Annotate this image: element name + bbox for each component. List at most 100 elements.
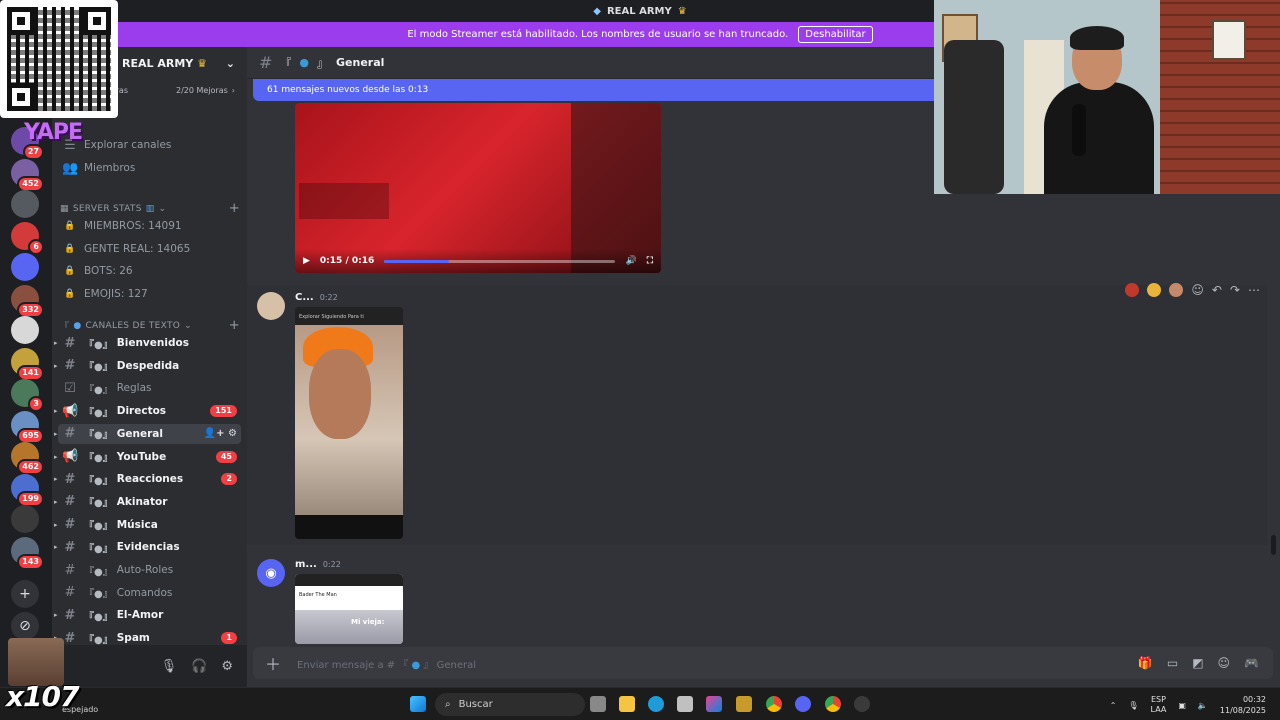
channel-item[interactable]: ▸ # 『●』 Reacciones 2 bbox=[54, 469, 241, 489]
add-server-icon[interactable]: + bbox=[11, 580, 39, 608]
text-channels-category[interactable]: 『 ● CANALES DE TEXTO ⌄ + bbox=[60, 318, 240, 333]
server-icon[interactable]: 199 bbox=[11, 473, 44, 507]
taskbar-search[interactable]: ⌕ Buscar bbox=[435, 693, 585, 716]
channel-item[interactable]: ▸ # 『●』 Akinator bbox=[54, 492, 241, 512]
stats-channel[interactable]: 🔒 GENTE REAL: 14065 bbox=[58, 239, 241, 259]
explore-channels[interactable]: ☰ Explorar canales bbox=[58, 135, 241, 155]
server-icon[interactable] bbox=[11, 316, 39, 344]
message-author[interactable]: m... 0:22 bbox=[295, 559, 341, 570]
server-icon[interactable]: 462 bbox=[11, 442, 44, 475]
reaction-icon[interactable] bbox=[1125, 283, 1140, 297]
members-link[interactable]: 👥 Miembros bbox=[58, 158, 241, 178]
forward-icon[interactable]: ↷ bbox=[1230, 283, 1240, 297]
stats-channel[interactable]: 🔒 EMOJIS: 127 bbox=[58, 284, 241, 304]
language-indicator[interactable]: ESP LAA bbox=[1151, 695, 1167, 715]
image-attachment[interactable]: Explorar Siguiendo Para ti bbox=[295, 307, 403, 539]
channel-item[interactable]: ▸ # 『●』 Despedida bbox=[54, 356, 241, 376]
app-icon[interactable] bbox=[677, 696, 693, 712]
edge-icon[interactable] bbox=[648, 696, 664, 712]
explore-servers-icon[interactable]: ⊘ bbox=[11, 612, 39, 640]
channel-item[interactable]: # 『●』 Auto-Roles bbox=[58, 560, 241, 580]
chevron-up-icon[interactable]: ⌃ bbox=[1110, 701, 1117, 710]
server-icon[interactable]: 141 bbox=[11, 347, 44, 381]
volume-icon[interactable]: 🔊 bbox=[625, 256, 636, 266]
reaction-icon[interactable] bbox=[1169, 283, 1184, 297]
gif-icon[interactable]: ▭ bbox=[1167, 656, 1178, 670]
task-view-icon[interactable] bbox=[590, 696, 606, 712]
channel-emoji-icon: 『●』 bbox=[84, 611, 113, 623]
channel-item[interactable]: ▸ # 『●』 General 👤+ ⚙ bbox=[54, 423, 241, 444]
server-mention-badge: 695 bbox=[17, 427, 44, 444]
system-tray: ⌃ 🎙 ESP LAA ▣ 🔈 00:32 11/08/2025 bbox=[1110, 694, 1266, 716]
gift-icon[interactable]: 🎁 bbox=[1138, 656, 1153, 670]
image-attachment[interactable]: Bader The Man Mi vieja: bbox=[295, 574, 403, 644]
channel-name: Directos bbox=[116, 405, 167, 418]
message-composer[interactable]: ＋ Enviar mensaje a # 『 ● 』 General 🎁 ▭ ◩… bbox=[253, 647, 1273, 679]
composer-tools: 🎁 ▭ ◩ ☺ 🎮 bbox=[1138, 656, 1273, 670]
obs-icon[interactable] bbox=[854, 696, 870, 712]
chrome-profile-icon[interactable] bbox=[825, 696, 841, 712]
channel-item[interactable]: ▸ # 『●』 Música bbox=[54, 515, 241, 535]
add-channel-icon[interactable]: + bbox=[229, 201, 240, 216]
channel-settings-icon[interactable]: 👤+ ⚙ bbox=[204, 428, 237, 439]
network-icon[interactable]: ▣ bbox=[1178, 701, 1186, 710]
channel-item[interactable]: ▸ 📢 『●』 YouTube 45 bbox=[54, 447, 241, 467]
channel-item[interactable]: ▸ # 『●』 Bienvenidos bbox=[54, 333, 241, 353]
avatar[interactable] bbox=[257, 292, 285, 320]
server-icon[interactable]: 3 bbox=[11, 379, 44, 412]
video-attachment[interactable]: ▶ 0:15 / 0:16 🔊 ⛶ bbox=[295, 103, 661, 273]
server-icon[interactable]: 332 bbox=[11, 284, 44, 318]
channel-item[interactable]: ☑ 『●』 Reglas bbox=[58, 378, 241, 398]
windows-start-icon[interactable] bbox=[410, 696, 426, 712]
clock[interactable]: 00:32 11/08/2025 bbox=[1220, 694, 1266, 716]
sticker-icon[interactable]: ◩ bbox=[1192, 656, 1203, 670]
hash-icon: # bbox=[64, 517, 76, 533]
server-mention-badge: 6 bbox=[28, 238, 44, 255]
file-explorer-icon[interactable] bbox=[619, 696, 635, 712]
emoji-icon[interactable]: ☺ bbox=[1218, 656, 1231, 670]
reaction-icon[interactable] bbox=[1147, 283, 1162, 297]
server-icon[interactable] bbox=[11, 505, 39, 533]
server-icon[interactable] bbox=[11, 190, 39, 218]
add-reaction-icon[interactable]: ☺ bbox=[1191, 283, 1204, 297]
stats-channel[interactable]: 🔒 BOTS: 26 bbox=[58, 261, 241, 281]
reply-icon[interactable]: ↶ bbox=[1212, 283, 1222, 297]
play-icon[interactable]: ▶ bbox=[303, 256, 310, 266]
server-icon[interactable]: 695 bbox=[11, 410, 44, 444]
fullscreen-icon[interactable]: ⛶ bbox=[647, 256, 653, 266]
server-icon[interactable]: 143 bbox=[11, 536, 44, 570]
stats-label: EMOJIS: 127 bbox=[84, 287, 148, 300]
discord-icon[interactable] bbox=[795, 696, 811, 712]
copilot-icon[interactable] bbox=[706, 696, 722, 712]
discord-avatar-icon[interactable]: ◉ bbox=[257, 559, 285, 587]
server-icon[interactable]: 452 bbox=[11, 158, 44, 192]
crown-icon: ♛ bbox=[197, 56, 207, 70]
microphone-icon[interactable]: 🎙 bbox=[161, 659, 178, 674]
game-icon[interactable] bbox=[736, 696, 752, 712]
headphones-icon[interactable]: 🎧 bbox=[191, 659, 207, 674]
disable-streamer-button[interactable]: Deshabilitar bbox=[798, 26, 873, 43]
server-icon[interactable]: 6 bbox=[11, 221, 44, 255]
channel-item[interactable]: ▸ # 『●』 El-Amor bbox=[54, 605, 241, 625]
chat-scrollbar[interactable] bbox=[1271, 535, 1276, 555]
lock-icon: 🔒 bbox=[64, 221, 76, 231]
stats-channel[interactable]: 🔒 MIEMBROS: 14091 bbox=[58, 216, 241, 236]
video-progress-bar[interactable] bbox=[384, 259, 616, 263]
hash-icon: # bbox=[64, 494, 76, 510]
channel-item[interactable]: # 『●』 Comandos bbox=[58, 583, 241, 603]
message-author[interactable]: C... 0:22 bbox=[295, 292, 338, 303]
message-actions: ☺ ↶ ↷ ⋯ bbox=[1125, 283, 1260, 297]
activity-icon[interactable]: 🎮 bbox=[1244, 656, 1259, 670]
channel-item[interactable]: ▸ 📢 『●』 Directos 151 bbox=[54, 401, 241, 421]
gear-icon[interactable]: ⚙ bbox=[221, 659, 233, 674]
channel-name: El-Amor bbox=[116, 609, 164, 622]
more-icon[interactable]: ⋯ bbox=[1248, 283, 1260, 297]
volume-icon[interactable]: 🔈 bbox=[1198, 701, 1208, 710]
server-stats-category[interactable]: ▦ SERVER STATS ▥ ⌄ + bbox=[60, 201, 240, 216]
chrome-icon[interactable] bbox=[766, 696, 782, 712]
channel-item[interactable]: ▸ # 『●』 Evidencias bbox=[54, 537, 241, 557]
server-icon[interactable] bbox=[11, 253, 39, 281]
add-attachment-icon[interactable]: ＋ bbox=[265, 651, 281, 675]
add-channel-icon[interactable]: + bbox=[229, 318, 240, 333]
microphone-icon[interactable]: 🎙 bbox=[1128, 701, 1138, 710]
